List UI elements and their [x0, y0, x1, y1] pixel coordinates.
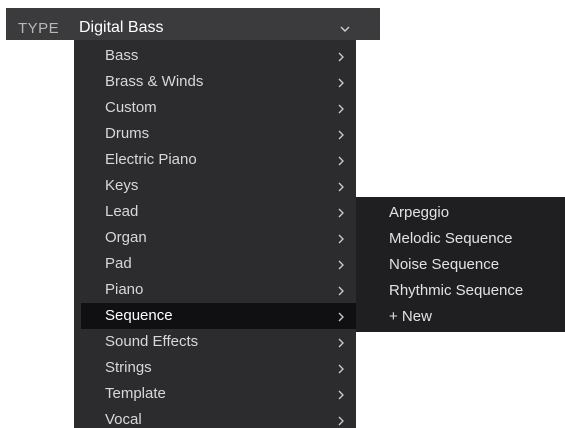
menu-item-label: Brass & Winds — [105, 73, 204, 90]
menu-item-label: Template — [105, 385, 166, 402]
chevron-right-icon — [338, 390, 344, 400]
menu-item-label: Electric Piano — [105, 151, 197, 168]
menu-item-label: Keys — [105, 177, 139, 194]
chevron-right-icon — [338, 364, 344, 374]
chevron-right-icon — [338, 130, 344, 140]
menu-item-sequence[interactable]: Sequence — [74, 303, 356, 329]
submenu-item-label: + New — [389, 308, 432, 325]
chevron-right-icon — [338, 78, 344, 88]
chevron-right-icon — [338, 234, 344, 244]
menu-item-label: Bass — [105, 47, 139, 64]
menu-item-label: Sequence — [105, 307, 173, 324]
menu-item-label: Custom — [105, 99, 157, 116]
menu-item-label: Sound Effects — [105, 333, 199, 350]
type-browser: TYPE Digital Bass Bass Brass & Winds Custo… — [0, 0, 565, 428]
chevron-right-icon — [338, 208, 344, 218]
chevron-right-icon — [338, 416, 344, 426]
chevron-right-icon — [338, 286, 344, 296]
menu-item-label: Organ — [105, 229, 147, 246]
submenu-item-arpeggio[interactable]: Arpeggio — [356, 200, 565, 226]
chevron-right-icon — [338, 156, 344, 166]
submenu-item-noise-sequence[interactable]: Noise Sequence — [356, 252, 565, 278]
menu-item-label: Pad — [105, 255, 132, 272]
menu-item-template[interactable]: Template — [74, 381, 356, 407]
type-label: TYPE — [18, 20, 60, 37]
menu-item-label: Lead — [105, 203, 139, 220]
chevron-right-icon — [338, 104, 344, 114]
submenu-item-label: Noise Sequence — [389, 256, 500, 273]
menu-item-label: Drums — [105, 125, 150, 142]
menu-item-label: Piano — [105, 281, 144, 298]
menu-item-keys[interactable]: Keys — [74, 173, 356, 199]
type-selector[interactable]: TYPE Digital Bass — [6, 8, 380, 40]
menu-item-sound-effects[interactable]: Sound Effects — [74, 329, 356, 355]
chevron-right-icon — [338, 338, 344, 348]
menu-item-lead[interactable]: Lead — [74, 199, 356, 225]
menu-item-bass[interactable]: Bass — [74, 43, 356, 69]
submenu-item-label: Rhythmic Sequence — [389, 282, 524, 299]
submenu-item-label: Melodic Sequence — [389, 230, 513, 247]
sequence-submenu: Arpeggio Melodic Sequence Noise Sequence Rh… — [356, 197, 565, 332]
menu-item-custom[interactable]: Custom — [74, 95, 356, 121]
menu-item-label: Strings — [105, 359, 152, 376]
type-value[interactable]: Digital Bass — [79, 19, 163, 37]
menu-item-piano[interactable]: Piano — [74, 277, 356, 303]
type-dropdown-menu: Bass Brass & Winds Custom Drums Electric Pia… — [74, 40, 356, 428]
menu-item-label: Vocal — [105, 411, 142, 428]
submenu-item-rhythmic-sequence[interactable]: Rhythmic Sequence — [356, 278, 565, 304]
chevron-right-icon — [338, 260, 344, 270]
menu-item-vocal[interactable]: Vocal — [74, 407, 356, 428]
menu-item-pad[interactable]: Pad — [74, 251, 356, 277]
chevron-right-icon — [338, 52, 344, 62]
menu-item-strings[interactable]: Strings — [74, 355, 356, 381]
menu-item-brass-winds[interactable]: Brass & Winds — [74, 69, 356, 95]
chevron-right-icon — [338, 182, 344, 192]
menu-item-electric-piano[interactable]: Electric Piano — [74, 147, 356, 173]
menu-item-organ[interactable]: Organ — [74, 225, 356, 251]
chevron-down-icon[interactable] — [339, 24, 351, 34]
menu-item-drums[interactable]: Drums — [74, 121, 356, 147]
chevron-right-icon — [338, 312, 344, 322]
submenu-item-new[interactable]: + New — [356, 304, 565, 330]
submenu-item-label: Arpeggio — [389, 204, 450, 221]
submenu-item-melodic-sequence[interactable]: Melodic Sequence — [356, 226, 565, 252]
